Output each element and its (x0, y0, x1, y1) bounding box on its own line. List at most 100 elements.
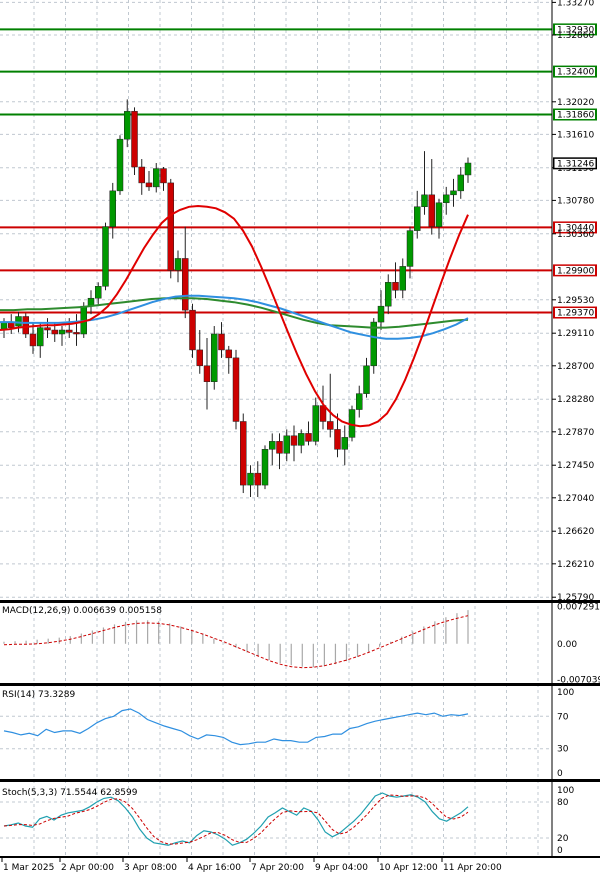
candle-body (450, 190, 457, 196)
macd-tick-label: 0.007291 (557, 603, 600, 613)
candle-body (174, 258, 182, 271)
candle-body (102, 226, 109, 287)
price-tick-label: 1.27870 (557, 428, 594, 438)
time-tick-label: 10 Apr 12:00 (379, 863, 438, 873)
candle-body (254, 472, 261, 486)
price-tick-label: 1.31610 (557, 130, 594, 140)
price-tick-label: 1.30780 (557, 196, 594, 206)
candle-body (196, 349, 203, 367)
candle-body (109, 190, 116, 227)
candle-body (334, 429, 341, 450)
rsi-tick-label: 0 (557, 769, 563, 779)
price-tick-label: 1.28280 (557, 395, 594, 405)
candle-body (392, 282, 399, 291)
candle-body (276, 441, 283, 454)
candle-body (44, 327, 51, 331)
candle-body (145, 182, 153, 188)
rsi-line (3, 708, 469, 746)
price-tick-label: 1.29110 (557, 329, 594, 339)
candle-body (421, 194, 428, 208)
macd-tick-label: 0.00 (557, 640, 577, 650)
candle-body (58, 329, 66, 335)
candle-body (283, 435, 290, 454)
candle-body (464, 162, 472, 176)
candle-body (37, 327, 44, 347)
time-tick-label: 9 Apr 04:00 (315, 863, 368, 873)
candle-body (66, 329, 73, 333)
candle-body (305, 433, 312, 442)
candle-body (0, 321, 8, 330)
candle-body (443, 194, 450, 204)
candle-body (95, 286, 102, 299)
candle-body (203, 365, 211, 382)
time-tick-label: 4 Apr 16:00 (188, 863, 241, 873)
candle-body (22, 316, 29, 335)
price-level-label: 1.29900 (557, 266, 594, 276)
candle-body (341, 437, 348, 450)
price-tick-label: 1.30360 (557, 230, 594, 240)
candle-body (131, 111, 138, 168)
stoch-tick-label: 80 (557, 798, 569, 808)
candle-body (232, 357, 240, 422)
candle-body (247, 472, 254, 486)
price-tick-label: 1.27450 (557, 461, 594, 471)
candle-body (225, 349, 232, 359)
candle-body (356, 393, 363, 410)
candle-body (312, 405, 319, 442)
price-level-label: 1.31860 (557, 111, 594, 121)
candle-body (399, 266, 406, 291)
rsi-tick-label: 30 (557, 745, 569, 755)
candle-body (457, 174, 464, 192)
candle-body (153, 168, 160, 188)
time-tick-label: 2 Apr 00:00 (61, 863, 114, 873)
time-tick-label: 7 Apr 20:00 (251, 863, 304, 873)
candle-body (211, 333, 218, 382)
candle-body (385, 282, 392, 307)
current-price-label: 1.31246 (557, 159, 594, 169)
panel-separator (0, 600, 600, 603)
candle-body (298, 433, 305, 446)
macd-tick-label: -0.007039 (557, 676, 600, 686)
candle-body (29, 333, 37, 347)
panel-separator (0, 779, 600, 782)
price-tick-label: 1.26210 (557, 560, 594, 570)
rsi-tick-label: 100 (557, 688, 574, 698)
forex-chart[interactable]: 1.329301.324001.318601.304401.299001.293… (0, 0, 600, 876)
price-tick-label: 1.32020 (557, 98, 594, 108)
macd-title: MACD(12,26,9) 0.006639 0.005158 (2, 606, 162, 616)
price-axis: 1.332701.328601.320201.316101.311901.307… (0, 0, 600, 858)
candle-body (73, 332, 80, 335)
price-tick-label: 1.33270 (557, 0, 594, 8)
rsi-title: RSI(14) 73.3289 (2, 690, 75, 700)
candle-body (377, 305, 385, 323)
stoch-tick-label: 100 (557, 786, 574, 796)
time-tick-label: 3 Apr 08:00 (124, 863, 177, 873)
price-levels: 1.329301.324001.318601.304401.299001.293… (0, 23, 597, 319)
price-tick-label: 1.32860 (557, 31, 594, 41)
candle-body (15, 316, 22, 327)
candle-body (167, 182, 174, 271)
candle-body (160, 168, 167, 184)
candle-body (406, 230, 414, 267)
rsi-panel: 100 70 30 0 (0, 688, 574, 779)
candle-body (116, 138, 124, 192)
candle-body (138, 166, 145, 184)
price-level-label: 1.29370 (557, 309, 594, 319)
candle-body (269, 441, 276, 450)
candle-body (428, 194, 435, 227)
stoch-tick-label: 20 (557, 834, 569, 844)
price-tick-label: 1.26620 (557, 527, 594, 537)
stoch-title: Stoch(5,3,3) 71.5544 62.8599 (2, 788, 138, 798)
panel-separator (0, 856, 600, 858)
candle-body (182, 258, 189, 311)
panel-separator (0, 683, 600, 686)
candle-body (327, 421, 334, 430)
candle-body (261, 449, 269, 486)
price-tick-label: 1.29530 (557, 296, 594, 306)
candle-body (363, 365, 370, 394)
stoch-k-line (3, 792, 469, 846)
time-tick-label: 11 Apr 20:00 (443, 863, 502, 873)
stoch-tick-label: 0 (557, 846, 563, 856)
price-tick-label: 1.28700 (557, 362, 594, 372)
candle-body (435, 202, 443, 227)
